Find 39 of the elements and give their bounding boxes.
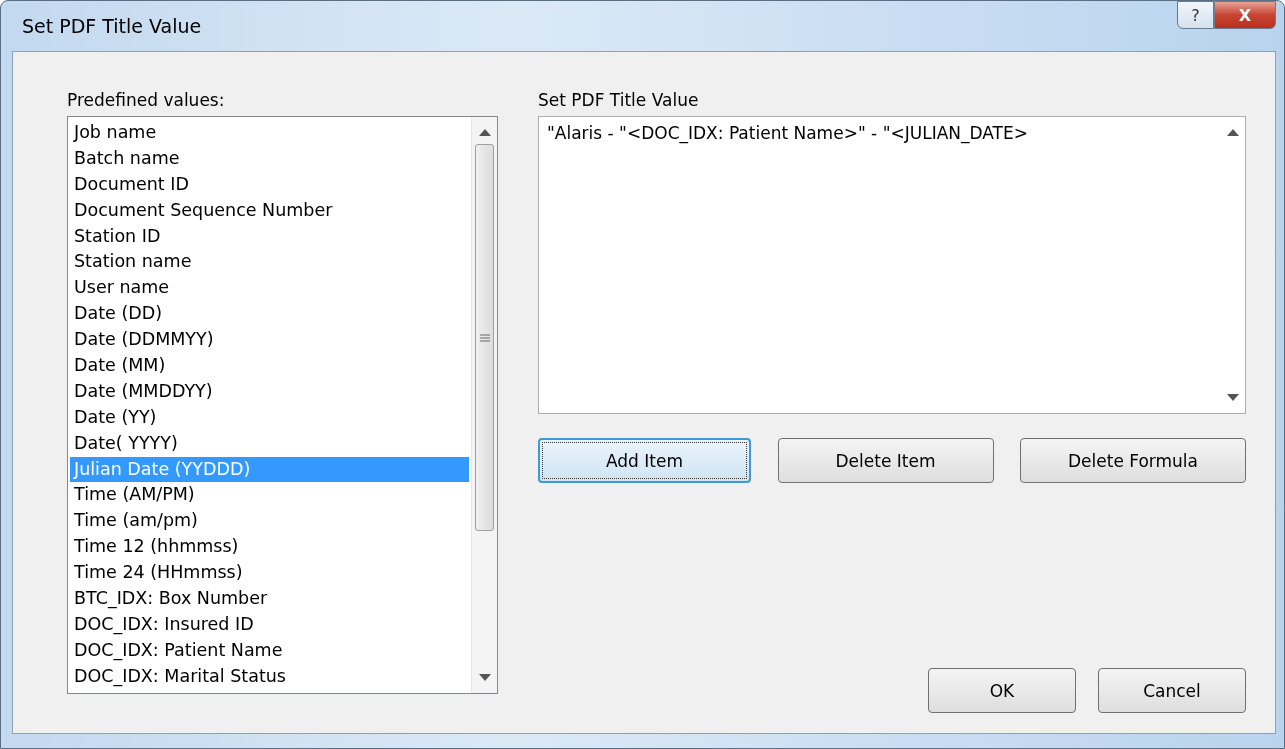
list-item[interactable]: Time (AM/PM) — [70, 482, 469, 509]
list-item[interactable]: Job name — [70, 120, 469, 146]
formula-field[interactable]: "Alaris - "<DOC_IDX: Patient Name>" - "<JULIAN_DATE> — [538, 116, 1246, 414]
list-item[interactable]: Time 12 (hhmmss) — [70, 534, 469, 561]
scrollbar[interactable] — [471, 117, 497, 693]
scroll-up-icon[interactable] — [1226, 129, 1239, 136]
list-item[interactable]: Date (DD) — [70, 301, 469, 328]
list-item[interactable]: DOC_IDX: Insured ID — [70, 611, 469, 638]
dialog-button[interactable]: Cancel — [1098, 668, 1246, 713]
action-button[interactable]: Add Item — [538, 438, 751, 483]
list-item[interactable]: Date (MM) — [70, 353, 469, 379]
list-item[interactable]: User name — [70, 275, 469, 302]
scroll-thumb[interactable] — [475, 144, 494, 531]
list-item[interactable]: Batch name — [70, 145, 469, 172]
list-item[interactable]: DOC_IDX: Marital Status — [70, 663, 469, 690]
predefined-list[interactable] — [67, 116, 498, 694]
list-item[interactable]: Date (YY) — [70, 404, 469, 431]
list-item[interactable]: Date( YYYY) — [70, 430, 469, 457]
list-item[interactable]: Document ID — [70, 171, 469, 198]
list-label: Predefined values: — [67, 90, 226, 110]
list-item[interactable]: BTC_IDX: Box Number — [70, 586, 469, 612]
list-item[interactable]: Time 24 (HHmmss) — [70, 560, 469, 587]
dialog-button[interactable]: OK — [928, 668, 1076, 713]
help-button[interactable]: ? — [1177, 1, 1214, 29]
list-item[interactable]: Document Sequence Number — [70, 197, 469, 224]
window-title: Set PDF Title Value — [21, 15, 202, 37]
action-button[interactable]: Delete Item — [777, 438, 994, 483]
close-button[interactable]: X — [1214, 1, 1276, 29]
list-item[interactable]: Time (am/pm) — [70, 508, 469, 535]
scroll-up-icon[interactable] — [478, 129, 491, 136]
list-item[interactable]: Date (DDMMYY) — [70, 327, 469, 353]
list-item[interactable]: Date (MMDDYY) — [70, 378, 469, 405]
action-button[interactable]: Delete Formula — [1020, 438, 1246, 483]
list-item[interactable]: DOC_IDX: Patient Name — [70, 637, 469, 664]
scroll-down-icon[interactable] — [478, 674, 491, 681]
formula-label: Set PDF Title Value — [538, 90, 700, 110]
list-item[interactable]: Station ID — [70, 223, 469, 250]
scroll-down-icon[interactable] — [1226, 394, 1239, 401]
list-item[interactable]: Station name — [70, 249, 469, 276]
